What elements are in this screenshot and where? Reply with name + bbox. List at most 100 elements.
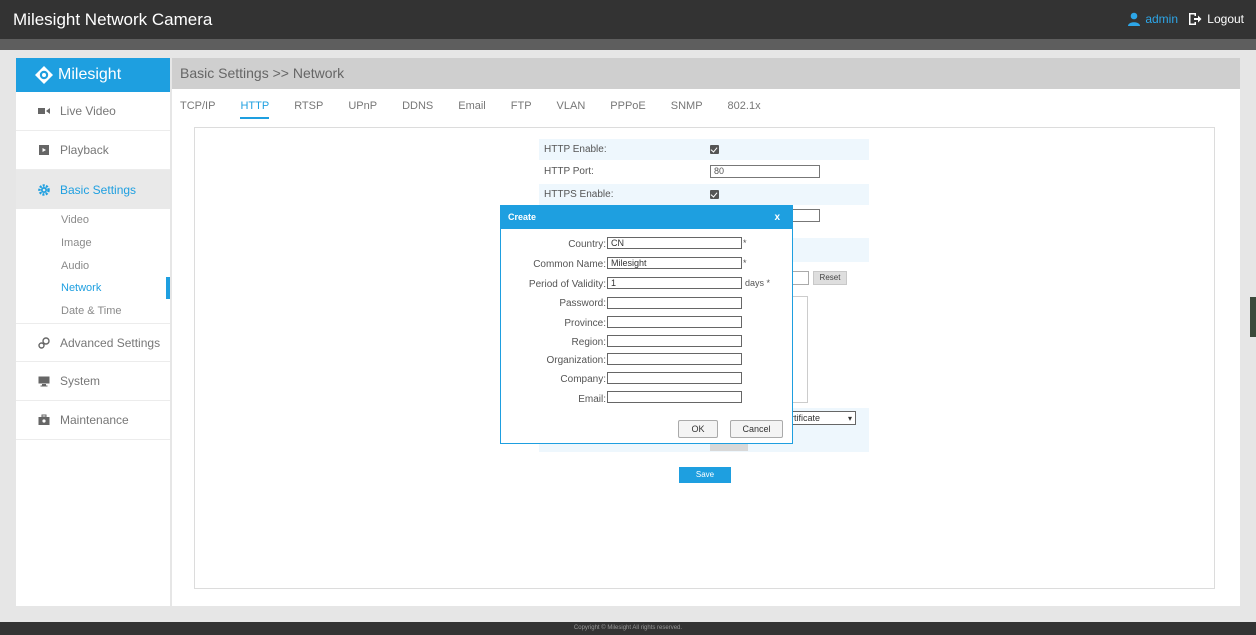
password-row: Password: bbox=[501, 292, 792, 309]
sidebar-subitem-audio[interactable]: Audio bbox=[16, 255, 170, 277]
validity-label: Period of Validity: bbox=[528, 279, 606, 290]
footer-copyright: Copyright © Milesight All rights reserve… bbox=[0, 622, 1256, 635]
video-camera-icon bbox=[38, 108, 50, 114]
sidebar-subitem-network[interactable]: Network bbox=[16, 277, 170, 299]
http-port-label: HTTP Port: bbox=[544, 166, 594, 177]
region-label: Region: bbox=[571, 337, 606, 348]
country-input[interactable]: CN bbox=[607, 237, 742, 249]
toolbox-icon bbox=[38, 414, 50, 425]
sidebar-item-label: Live Video bbox=[60, 104, 116, 118]
required-mark: * bbox=[743, 258, 747, 268]
sidebar-subitem-image[interactable]: Image bbox=[16, 232, 170, 254]
cancel-button[interactable]: Cancel bbox=[730, 420, 783, 438]
sidebar-item-label: Advanced Settings bbox=[60, 335, 161, 350]
http-port-row: HTTP Port: 80 bbox=[539, 161, 869, 182]
sidebar-item-maintenance[interactable]: Maintenance bbox=[16, 401, 170, 440]
tab-ddns[interactable]: DDNS bbox=[402, 100, 433, 119]
http-enable-row: HTTP Enable: bbox=[539, 139, 869, 160]
validity-input[interactable]: 1 bbox=[607, 277, 742, 289]
company-input[interactable] bbox=[607, 372, 742, 384]
tab-email[interactable]: Email bbox=[458, 100, 486, 119]
common-name-label: Common Name: bbox=[533, 259, 606, 270]
common-name-input[interactable]: Milesight bbox=[607, 257, 742, 269]
breadcrumb: Basic Settings >> Network bbox=[172, 58, 1240, 89]
email-label: Email: bbox=[578, 394, 606, 405]
logo: Milesight bbox=[16, 58, 170, 92]
https-enable-checkbox[interactable] bbox=[710, 190, 719, 199]
sidebar-item-system[interactable]: System bbox=[16, 362, 170, 401]
email-input[interactable] bbox=[607, 391, 742, 403]
password-input[interactable] bbox=[607, 297, 742, 309]
company-row: Company: bbox=[501, 371, 792, 387]
tab-http[interactable]: HTTP bbox=[240, 100, 270, 119]
close-icon[interactable]: x bbox=[774, 212, 780, 223]
sidebar-item-label: System bbox=[60, 374, 101, 388]
province-label: Province: bbox=[564, 318, 606, 329]
sidebar-item-label: Maintenance bbox=[60, 413, 129, 427]
certificate-type-select[interactable]: rtificate ▾ bbox=[788, 411, 856, 425]
logout-button[interactable]: Logout bbox=[1188, 12, 1244, 26]
user-icon bbox=[1128, 12, 1141, 26]
chevron-down-icon: ▾ bbox=[847, 414, 852, 423]
country-row: Country: CN * bbox=[501, 237, 792, 253]
sidebar-item-live-video[interactable]: Live Video bbox=[16, 92, 170, 131]
playback-icon bbox=[39, 145, 49, 155]
tab-bar: TCP/IP HTTP RTSP UPnP DDNS Email FTP VLA… bbox=[180, 100, 786, 119]
app-title: Milesight Network Camera bbox=[13, 10, 213, 29]
certificate-type-value: rtificate bbox=[791, 413, 821, 423]
tab-ftp[interactable]: FTP bbox=[511, 100, 532, 119]
save-button[interactable]: Save bbox=[679, 467, 731, 483]
side-scroll-handle[interactable] bbox=[1250, 297, 1256, 337]
logout-icon bbox=[1189, 13, 1202, 25]
top-bar: Milesight Network Camera admin Logout bbox=[0, 0, 1256, 39]
organization-label: Organization: bbox=[546, 355, 606, 366]
username[interactable]: admin bbox=[1145, 12, 1178, 26]
tab-pppoe[interactable]: PPPoE bbox=[610, 100, 645, 119]
monitor-icon bbox=[38, 376, 50, 387]
validity-unit: days * bbox=[745, 278, 771, 288]
sidebar-subitem-date-time[interactable]: Date & Time bbox=[16, 300, 170, 322]
tab-vlan[interactable]: VLAN bbox=[557, 100, 586, 119]
tab-802-1x[interactable]: 802.1x bbox=[728, 100, 761, 119]
required-mark: * bbox=[743, 238, 747, 248]
sidebar-item-label: Playback bbox=[60, 143, 109, 157]
company-label: Company: bbox=[560, 374, 606, 385]
milesight-logo-icon bbox=[35, 66, 53, 84]
tab-upnp[interactable]: UPnP bbox=[348, 100, 377, 119]
https-enable-label: HTTPS Enable: bbox=[544, 189, 614, 200]
create-certificate-dialog: Create x Country: CN * Common Name: Mile… bbox=[500, 205, 793, 444]
sidebar: Milesight Live Video Playback Basic Sett… bbox=[16, 58, 170, 606]
province-input[interactable] bbox=[607, 316, 742, 328]
logo-text: Milesight bbox=[58, 66, 122, 83]
http-port-input[interactable]: 80 bbox=[710, 165, 820, 178]
tab-tcp-ip[interactable]: TCP/IP bbox=[180, 100, 215, 119]
sidebar-item-playback[interactable]: Playback bbox=[16, 131, 170, 170]
sub-bar bbox=[0, 39, 1256, 50]
tab-snmp[interactable]: SNMP bbox=[671, 100, 703, 119]
sidebar-item-basic-settings[interactable]: Basic Settings bbox=[16, 170, 170, 209]
ok-button[interactable]: OK bbox=[678, 420, 718, 438]
province-row: Province: bbox=[501, 312, 792, 329]
https-enable-row: HTTPS Enable: bbox=[539, 184, 869, 205]
organization-input[interactable] bbox=[607, 353, 742, 365]
password-label: Password: bbox=[559, 298, 606, 309]
reset-button[interactable]: Reset bbox=[813, 271, 847, 285]
email-row: Email: bbox=[501, 390, 792, 406]
http-enable-checkbox[interactable] bbox=[710, 145, 719, 154]
region-input[interactable] bbox=[607, 335, 742, 347]
tab-rtsp[interactable]: RTSP bbox=[294, 100, 323, 119]
dialog-header: Create x bbox=[501, 206, 792, 229]
http-enable-label: HTTP Enable: bbox=[544, 144, 607, 155]
region-row: Region: bbox=[501, 332, 792, 348]
sidebar-item-label: Basic Settings bbox=[60, 182, 137, 197]
common-name-row: Common Name: Milesight * bbox=[501, 257, 792, 273]
organization-row: Organization: bbox=[501, 351, 792, 367]
logout-label[interactable]: Logout bbox=[1207, 12, 1244, 26]
gear-icon bbox=[38, 183, 50, 196]
sidebar-item-advanced-settings[interactable]: Advanced Settings bbox=[16, 323, 170, 362]
user-menu[interactable]: admin bbox=[1127, 12, 1178, 26]
create-button-partial[interactable] bbox=[710, 443, 748, 451]
validity-row: Period of Validity: 1 days * bbox=[501, 277, 792, 293]
sidebar-subitem-video[interactable]: Video bbox=[16, 209, 170, 231]
gears-icon bbox=[38, 336, 50, 349]
